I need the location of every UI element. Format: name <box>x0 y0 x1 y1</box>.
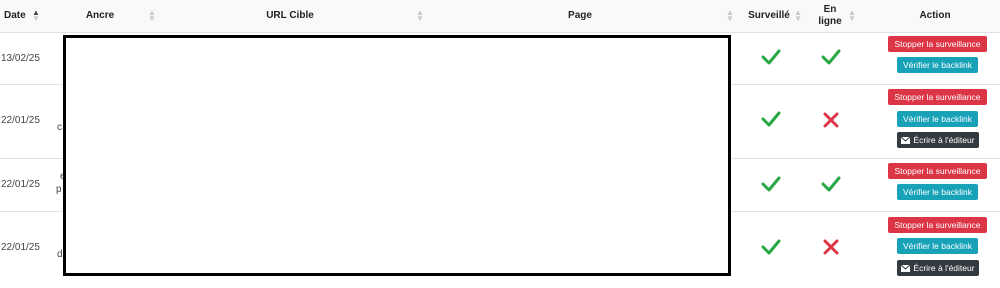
sort-icon[interactable]: ▲ ▼ <box>148 9 156 23</box>
cross-icon <box>823 112 839 128</box>
stop-monitoring-button[interactable]: Stopper la surveillance <box>888 217 987 233</box>
sort-icon[interactable]: ▲ ▼ <box>32 9 40 23</box>
column-header-url-cible[interactable]: URL Cible <box>240 0 340 32</box>
column-header-ancre[interactable]: Ancre <box>60 0 140 32</box>
table-header: Date ▲ ▼ Ancre ▲ ▼ URL Cible ▲ ▼ Page ▲ ▼ Su… <box>0 0 1000 33</box>
column-header-action: Action <box>919 10 951 21</box>
stop-monitoring-button[interactable]: Stopper la surveillance <box>888 89 987 105</box>
anchor-text-fragment: p <box>56 184 62 195</box>
column-header-page[interactable]: Page <box>550 0 610 32</box>
write-to-publisher-button[interactable]: Écrire à l'éditeur <box>897 132 979 148</box>
date-cell: 22/01/25 <box>1 115 40 126</box>
verify-backlink-button[interactable]: Vérifier le backlink <box>897 184 978 200</box>
anchor-text-fragment: d <box>57 249 63 260</box>
verify-backlink-button[interactable]: Vérifier le backlink <box>897 238 978 254</box>
date-cell: 13/02/25 <box>1 53 40 64</box>
date-cell: 22/01/25 <box>1 242 40 253</box>
write-to-publisher-button[interactable]: Écrire à l'éditeur <box>897 260 979 276</box>
check-icon <box>761 111 781 127</box>
check-icon <box>821 176 841 192</box>
check-icon <box>821 49 841 65</box>
sort-icon[interactable]: ▲ ▼ <box>848 9 856 23</box>
envelope-icon <box>901 264 911 272</box>
verify-backlink-button[interactable]: Vérifier le backlink <box>897 111 978 127</box>
stop-monitoring-button[interactable]: Stopper la surveillance <box>888 36 987 52</box>
stop-monitoring-button[interactable]: Stopper la surveillance <box>888 163 987 179</box>
column-header-en-ligne[interactable]: En ligne <box>810 0 850 32</box>
check-icon <box>761 239 781 255</box>
anchor-text-fragment: c <box>57 122 62 133</box>
backlinks-table: Date ▲ ▼ Ancre ▲ ▼ URL Cible ▲ ▼ Page ▲ ▼ Su… <box>0 0 1000 288</box>
check-icon <box>761 176 781 192</box>
check-icon <box>761 49 781 65</box>
cross-icon <box>823 239 839 255</box>
column-header-surveille[interactable]: Surveillé <box>743 0 795 32</box>
sort-icon[interactable]: ▲ ▼ <box>794 9 802 23</box>
envelope-icon <box>901 136 911 144</box>
redaction-box <box>63 35 731 276</box>
date-cell: 22/01/25 <box>1 179 40 190</box>
verify-backlink-button[interactable]: Vérifier le backlink <box>897 57 978 73</box>
sort-icon[interactable]: ▲ ▼ <box>416 9 424 23</box>
sort-icon[interactable]: ▲ ▼ <box>726 9 734 23</box>
